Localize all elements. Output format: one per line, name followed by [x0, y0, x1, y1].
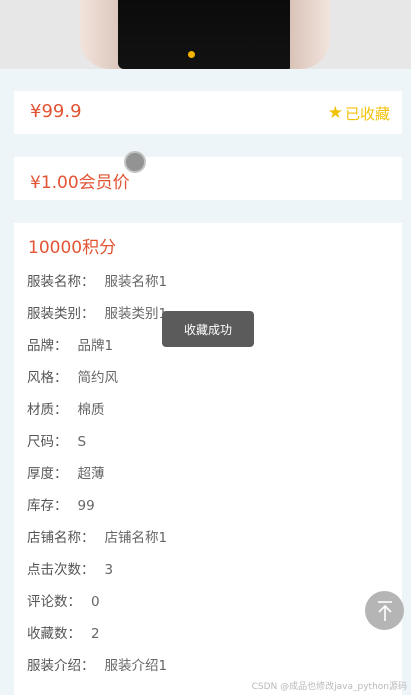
product-price: ¥99.9 — [30, 101, 82, 122]
detail-key: 点击次数： — [27, 562, 95, 578]
detail-key: 服装类别： — [27, 306, 95, 322]
detail-row: 点击次数： 3 — [27, 561, 167, 593]
detail-value: 服装类别1 — [104, 306, 168, 322]
star-icon: ★ — [327, 103, 343, 123]
detail-key: 店铺名称： — [27, 530, 95, 546]
detail-row: 尺码： S — [27, 433, 167, 465]
favorite-button[interactable]: ★ 已收藏 — [328, 103, 390, 124]
product-photo-garment — [118, 0, 294, 69]
detail-key: 材质： — [27, 402, 68, 418]
detail-row: 店铺名称： 店铺名称1 — [27, 529, 167, 561]
detail-row: 风格： 简约风 — [27, 369, 167, 401]
detail-row: 厚度： 超薄 — [27, 465, 167, 497]
detail-list: 服装名称： 服装名称1 服装类别： 服装类别1 品牌： 品牌1 风格： 简约风 材质： 棉… — [27, 273, 167, 689]
detail-value: 3 — [104, 562, 114, 578]
favorite-label: 已收藏 — [344, 105, 390, 123]
detail-value: 品牌1 — [77, 338, 114, 354]
detail-value: 2 — [91, 626, 100, 642]
product-image-carousel[interactable] — [0, 0, 411, 69]
detail-value: 服装介绍1 — [104, 658, 168, 674]
touch-cursor-indicator — [124, 151, 146, 173]
toast-message: 收藏成功 — [162, 311, 254, 347]
product-photo-arm-right — [290, 0, 330, 69]
detail-row: 评论数： 0 — [27, 593, 167, 625]
arrow-up-icon — [377, 600, 392, 621]
detail-key: 库存： — [27, 498, 68, 514]
detail-key: 风格： — [27, 370, 68, 386]
detail-value: S — [77, 434, 87, 450]
detail-row: 服装介绍： 服装介绍1 — [27, 657, 167, 689]
detail-value: 99 — [77, 498, 95, 514]
detail-value: 服装名称1 — [104, 274, 168, 290]
member-price: ¥1.00会员价 — [30, 173, 130, 193]
detail-row: 材质： 棉质 — [27, 401, 167, 433]
detail-row: 服装名称： 服装名称1 — [27, 273, 167, 305]
member-price-card: ¥1.00会员价 — [14, 157, 402, 200]
detail-value: 简约风 — [77, 370, 119, 386]
watermark-text: CSDN @成品也修改java_python源码 — [251, 682, 407, 692]
detail-key: 服装名称： — [27, 274, 95, 290]
detail-row: 服装类别： 服装类别1 — [27, 305, 167, 337]
detail-key: 厚度： — [27, 466, 68, 482]
detail-row: 库存： 99 — [27, 497, 167, 529]
detail-key: 品牌： — [27, 338, 68, 354]
points-value: 10000积分 — [28, 238, 117, 258]
price-card: ¥99.9 ★ 已收藏 — [14, 91, 402, 134]
detail-key: 服装介绍： — [27, 658, 95, 674]
back-to-top-button[interactable] — [365, 591, 404, 630]
detail-key: 评论数： — [27, 594, 81, 610]
detail-key: 尺码： — [27, 434, 68, 450]
detail-value: 0 — [91, 594, 100, 610]
detail-value: 棉质 — [77, 402, 105, 418]
detail-key: 收藏数： — [27, 626, 81, 642]
carousel-indicator-dot[interactable] — [188, 51, 195, 58]
detail-row: 收藏数： 2 — [27, 625, 167, 657]
product-detail-card: 10000积分 服装名称： 服装名称1 服装类别： 服装类别1 品牌： 品牌1 风格：… — [14, 223, 402, 695]
detail-value: 超薄 — [77, 466, 105, 482]
detail-value: 店铺名称1 — [104, 530, 168, 546]
detail-row: 品牌： 品牌1 — [27, 337, 167, 369]
